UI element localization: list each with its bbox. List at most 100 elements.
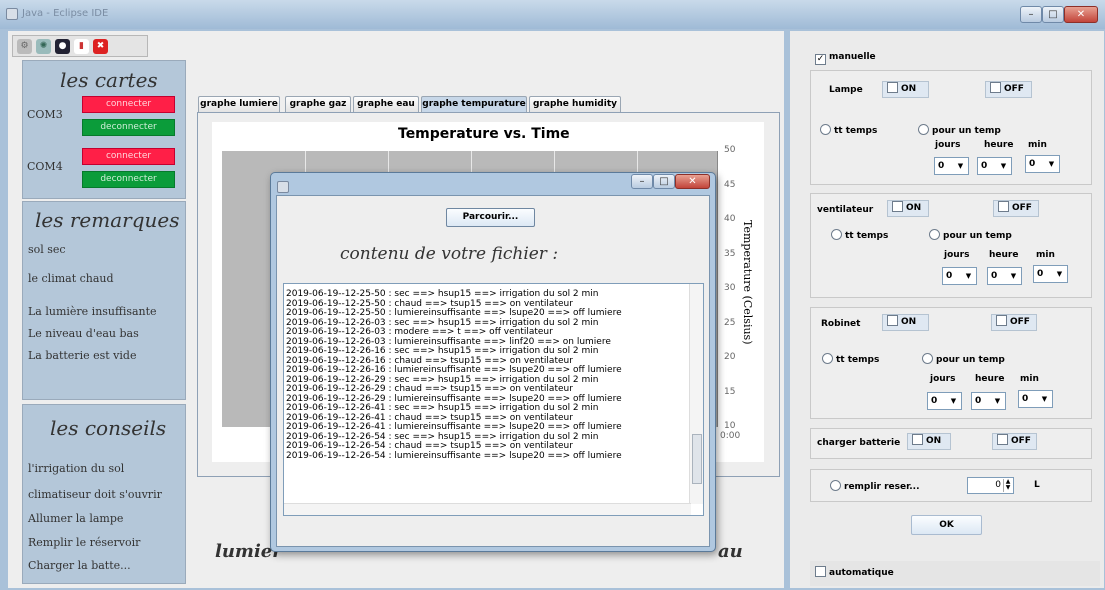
browse-button[interactable]: Parcourir...	[446, 208, 535, 227]
robinet-heure-select[interactable]: 0 ▼	[971, 392, 1006, 410]
ventilateur-min-select[interactable]: 0 ▼	[1033, 265, 1068, 283]
y-tick-label: 10	[724, 421, 736, 431]
log-line: 2019-06-19--12-26-54 : lumiereinsuffisan…	[286, 450, 622, 461]
cartes-title: les cartes	[60, 68, 158, 92]
conseils-title: les conseils	[50, 416, 167, 440]
chevron-down-icon: ▼	[1048, 160, 1055, 168]
ventilateur-jours-select[interactable]: 0 ▼	[942, 267, 977, 285]
ventilateur-on-toggle[interactable]: ON	[887, 200, 929, 217]
y-tick-label: 20	[724, 352, 736, 362]
tab-graphe-temperature[interactable]: graphe tempurature	[421, 96, 527, 112]
com4-connect-button[interactable]: connecter	[82, 148, 175, 165]
y-tick-label: 50	[724, 145, 736, 155]
com4-label: COM4	[27, 160, 63, 173]
jours-label: jours	[930, 374, 956, 384]
y-tick-label: 15	[724, 386, 736, 397]
remarques-title: les remarques	[35, 208, 180, 232]
reservoir-unit: L	[1034, 480, 1040, 490]
tab-graphe-eau[interactable]: graphe eau	[353, 96, 419, 112]
dialog-maximize-button[interactable]: □	[653, 174, 675, 189]
batterie-on-toggle[interactable]: ON	[907, 433, 951, 450]
lampe-off-toggle[interactable]: OFF	[985, 81, 1032, 98]
min-label: min	[1028, 140, 1047, 150]
dialog-minimize-button[interactable]: –	[631, 174, 653, 189]
com4-disconnect-button[interactable]: deconnecter	[82, 171, 175, 188]
ventilateur-off-toggle[interactable]: OFF	[993, 200, 1039, 217]
y-axis-label: Temperature (Celsius)	[741, 220, 754, 345]
close-icon[interactable]: ✖	[93, 38, 108, 54]
heure-label: heure	[989, 250, 1019, 260]
conseil-item: climatiseur doit s'ouvrir	[28, 488, 162, 501]
window-titlebar	[0, 0, 1105, 29]
com3-label: COM3	[27, 108, 63, 121]
ventilateur-tt-temps-radio[interactable]: tt temps	[831, 229, 888, 241]
file-content-area[interactable]: 2019-06-19--12-25-50 : sec ==> hsup15 ==…	[283, 283, 704, 516]
dialog-close-button[interactable]: ✕	[675, 174, 710, 189]
y-tick-label: 35	[724, 248, 736, 259]
com3-disconnect-button[interactable]: deconnecter	[82, 119, 175, 136]
close-button[interactable]: ✕	[1064, 6, 1098, 23]
record-icon[interactable]: ●	[55, 38, 70, 54]
chevron-down-icon: ▼	[1000, 162, 1007, 170]
maximize-button[interactable]: □	[1042, 6, 1064, 23]
lampe-tt-temps-radio[interactable]: tt temps	[820, 124, 877, 136]
lampe-min-select[interactable]: 0 ▼	[1025, 155, 1060, 173]
y-axis-line	[717, 151, 718, 427]
min-label: min	[1036, 250, 1055, 260]
window-title: Java - Eclipse IDE	[22, 8, 109, 19]
chart-title: Temperature vs. Time	[398, 126, 570, 142]
robinet-off-toggle[interactable]: OFF	[991, 314, 1037, 331]
remarque-item: La lumière insuffisante	[28, 305, 157, 318]
ventilateur-pour-un-temp-radio[interactable]: pour un temp	[929, 229, 1012, 241]
batterie-off-toggle[interactable]: OFF	[992, 433, 1037, 450]
ventilateur-heure-select[interactable]: 0 ▼	[987, 267, 1022, 285]
y-tick-label: 30	[724, 283, 736, 293]
reservoir-spinner[interactable]: 0 ▲ ▼	[967, 477, 1014, 494]
min-label: min	[1020, 374, 1039, 384]
java-app-icon	[6, 8, 18, 20]
remarque-item: le climat chaud	[28, 272, 114, 285]
lampe-heure-select[interactable]: 0 ▼	[977, 157, 1012, 175]
conseil-item: Charger la batte...	[28, 559, 131, 572]
gear-icon[interactable]: ✺	[36, 38, 51, 54]
horizontal-scrollbar[interactable]	[284, 503, 691, 515]
jours-label: jours	[935, 140, 961, 150]
y-tick-label: 25	[724, 317, 736, 328]
conseil-item: Remplir le réservoir	[28, 536, 141, 549]
dialog-icon	[277, 181, 289, 193]
chart-icon[interactable]: ▮	[74, 38, 89, 54]
lampe-pour-un-temp-radio[interactable]: pour un temp	[918, 124, 1001, 136]
ok-button[interactable]: OK	[911, 515, 982, 535]
chevron-down-icon: ▼	[957, 162, 964, 170]
lampe-label: Lampe	[829, 85, 863, 95]
remarque-item: Le niveau d'eau bas	[28, 327, 139, 340]
tab-graphe-gaz[interactable]: graphe gaz	[285, 96, 351, 112]
com3-connect-button[interactable]: connecter	[82, 96, 175, 113]
batterie-label: charger batterie	[817, 438, 901, 448]
x-tick-label: 0:00	[720, 431, 741, 441]
checkbox-icon: ✓	[815, 54, 826, 65]
robinet-on-toggle[interactable]: ON	[882, 314, 929, 331]
lampe-on-toggle[interactable]: ON	[882, 81, 929, 98]
remarque-item: sol sec	[28, 243, 66, 256]
robinet-label: Robinet	[821, 319, 861, 329]
vertical-scrollbar[interactable]	[689, 284, 703, 504]
dialog-heading: contenu de votre fichier :	[340, 244, 559, 264]
tab-graphe-humidity[interactable]: graphe humidity	[529, 96, 621, 112]
bottom-label-right: au	[718, 541, 743, 562]
tab-graphe-lumiere[interactable]: graphe lumiere	[198, 96, 280, 112]
manuelle-checkbox[interactable]: ✓ manuelle	[815, 51, 876, 65]
automatique-checkbox[interactable]: automatique	[815, 566, 894, 578]
lampe-jours-select[interactable]: 0 ▼	[934, 157, 969, 175]
robinet-pour-un-temp-radio[interactable]: pour un temp	[922, 353, 1005, 365]
y-tick-label: 40	[724, 214, 736, 224]
minimize-button[interactable]: –	[1020, 6, 1042, 23]
conseil-item: Allumer la lampe	[28, 512, 124, 525]
settings-icon[interactable]: ⚙	[17, 38, 32, 54]
heure-label: heure	[984, 140, 1014, 150]
conseil-item: l'irrigation du sol	[28, 462, 125, 475]
robinet-jours-select[interactable]: 0 ▼	[927, 392, 962, 410]
robinet-min-select[interactable]: 0 ▼	[1018, 390, 1053, 408]
robinet-tt-temps-radio[interactable]: tt temps	[822, 353, 879, 365]
reservoir-radio[interactable]: remplir reser...	[830, 480, 920, 492]
